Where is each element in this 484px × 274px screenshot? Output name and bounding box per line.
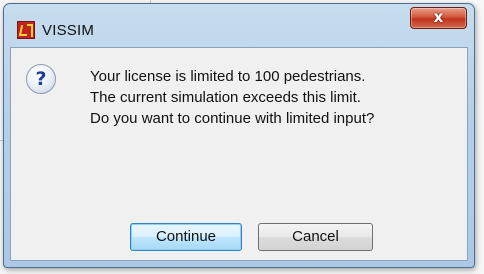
dialog-body: ? Your license is limited to 100 pedestr… <box>10 47 468 261</box>
vissim-app-icon <box>17 21 35 39</box>
cancel-button[interactable]: Cancel <box>258 223 373 251</box>
close-icon: x <box>433 8 444 26</box>
question-mark-glyph: ? <box>35 68 47 90</box>
message-line-2: The current simulation exceeds this limi… <box>90 89 361 106</box>
title-bar[interactable]: VISSIM x <box>4 4 474 48</box>
question-icon: ? <box>26 64 56 94</box>
dialog-window: VISSIM x ? Your license is limited to 10… <box>3 3 475 268</box>
window-title: VISSIM <box>42 22 95 39</box>
message-line-3: Do you want to continue with limited inp… <box>90 110 375 127</box>
message-line-1: Your license is limited to 100 pedestria… <box>90 68 366 85</box>
continue-button[interactable]: Continue <box>130 223 242 251</box>
dialog-message: Your license is limited to 100 pedestria… <box>90 66 460 129</box>
close-button[interactable]: x <box>410 7 467 29</box>
